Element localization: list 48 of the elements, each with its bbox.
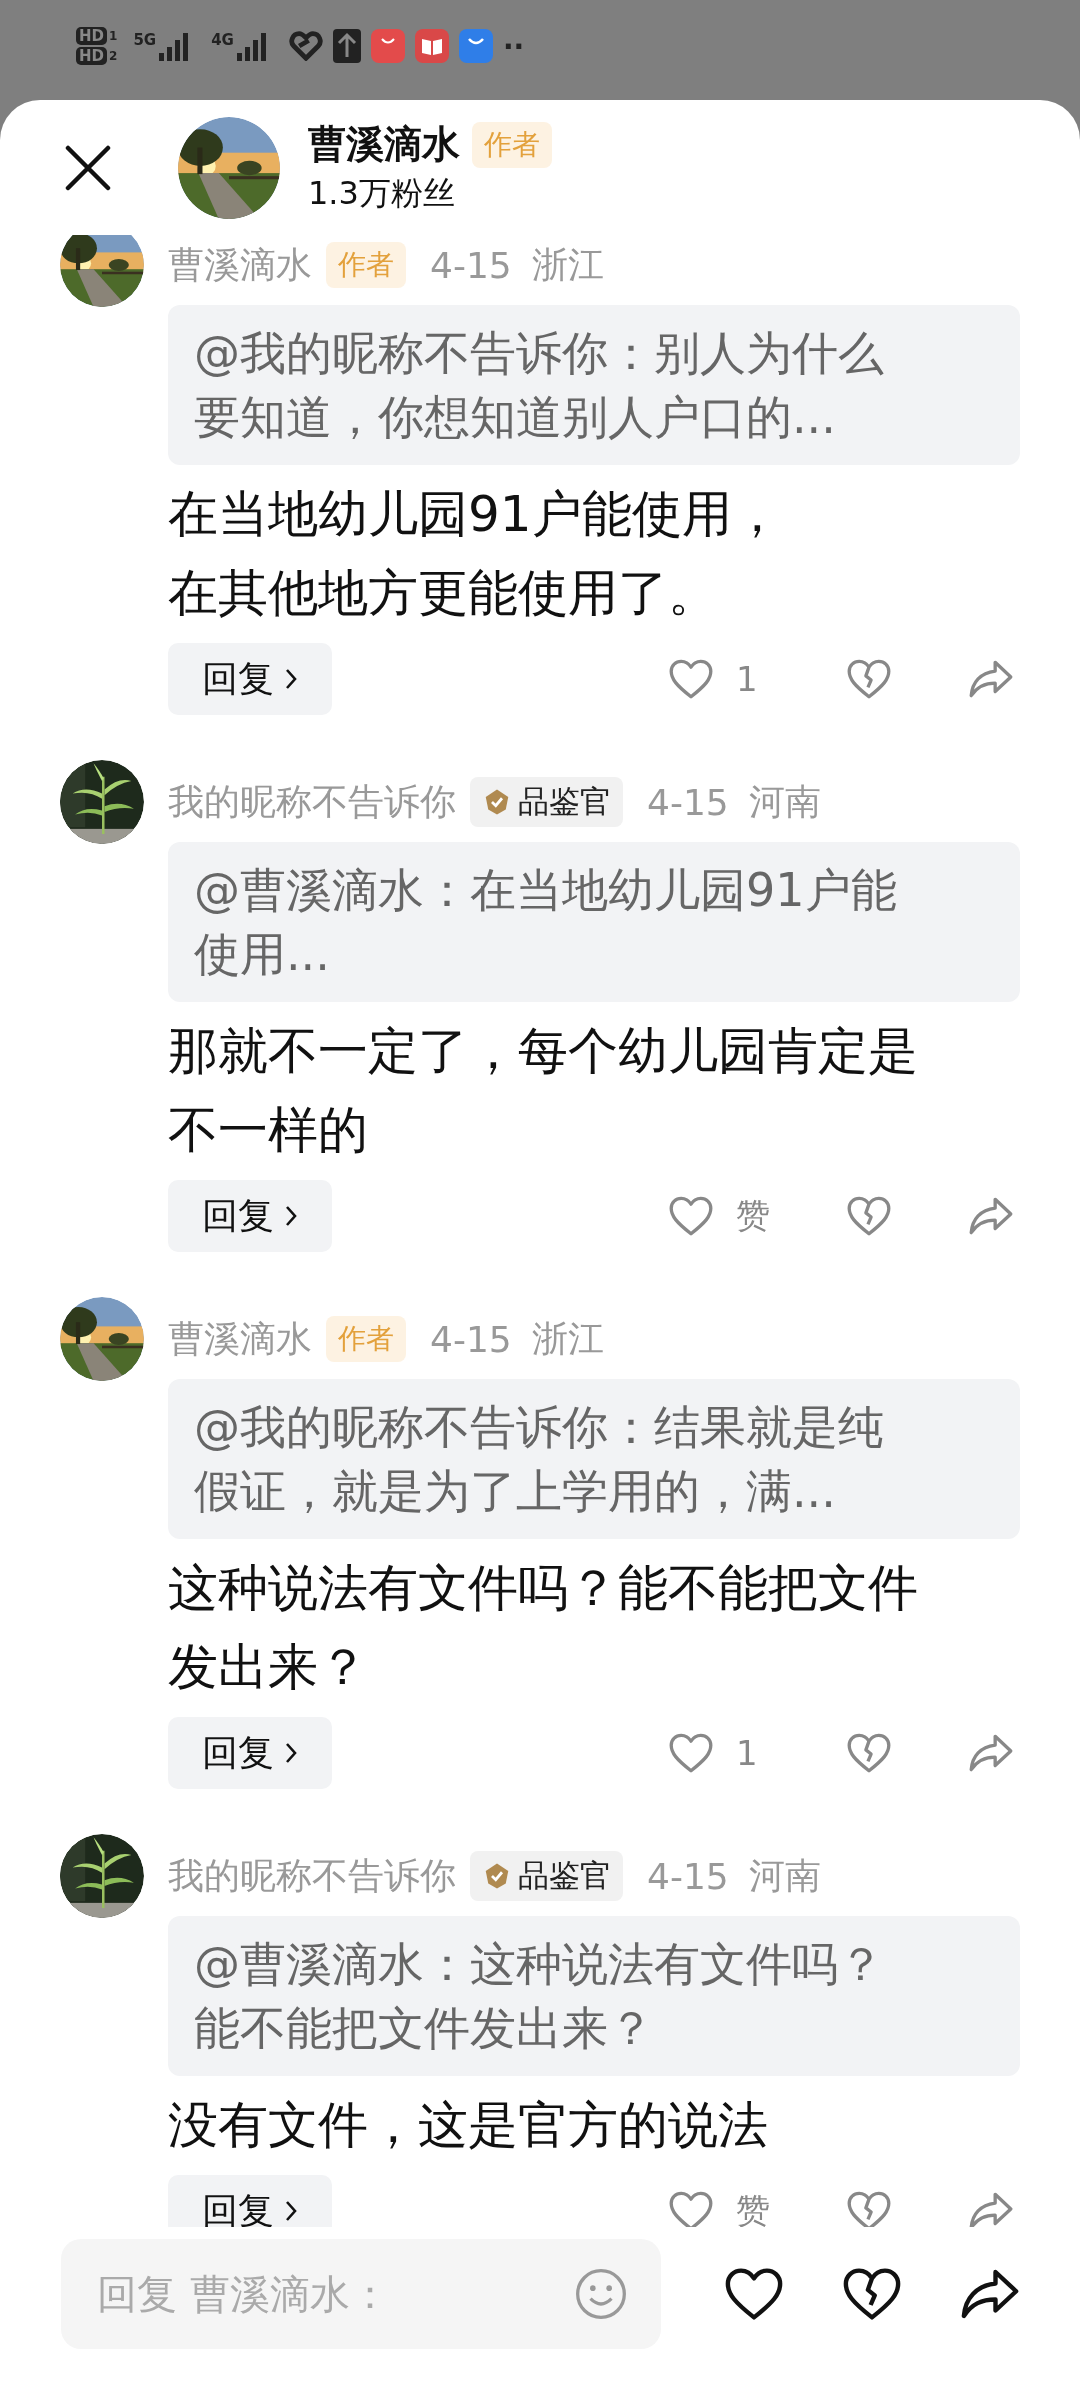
comment-date: 4-15 — [430, 244, 512, 286]
like-count: 赞 — [736, 2189, 770, 2227]
chevron-icon — [284, 1741, 298, 1765]
sim-label: HD — [76, 47, 107, 65]
heart-icon — [288, 31, 323, 61]
like-count: 1 — [736, 659, 758, 699]
quoted-comment: @曹溪滴水：这种说法有文件吗？ 能不能把文件发出来？ — [168, 1916, 1020, 2076]
close-icon[interactable] — [65, 144, 111, 191]
network-label: 4G — [211, 31, 234, 49]
upload-icon — [332, 29, 361, 63]
author-tag: 作者 — [326, 1316, 406, 1362]
comment-date: 4-15 — [647, 781, 729, 823]
comment-location: 河南 — [748, 779, 821, 824]
comment-text: 没有文件，这是官方的说法 — [168, 2095, 769, 2156]
author-tag: 作者 — [326, 242, 406, 288]
book-icon — [414, 29, 449, 63]
comment-text: 那就不一定了，每个幼儿园肯定是 不一样的 — [168, 1021, 919, 1161]
reply-button[interactable]: 回复 — [168, 1180, 332, 1252]
sim-slot: 2 — [109, 49, 118, 63]
app-icon — [370, 29, 405, 63]
sim-label: HD — [76, 27, 107, 45]
follower-count: 1.3万粉丝 — [308, 173, 455, 214]
comment-location: 浙江 — [531, 1316, 604, 1361]
network-label: 5G — [133, 31, 157, 49]
comment-text: 在当地幼儿园91户能使用， 在其他地方更能使用了。 — [168, 484, 783, 624]
more-notifications: ·· — [502, 29, 525, 63]
chevron-icon — [284, 667, 298, 691]
comment-location: 浙江 — [531, 242, 604, 287]
quoted-comment: @曹溪滴水：在当地幼儿园91户能 使用... — [168, 842, 1020, 1002]
author-tag: 作者 — [472, 121, 552, 168]
chevron-icon — [284, 1204, 298, 1228]
author-name: 曹溪滴水 — [308, 121, 460, 168]
reply-button[interactable]: 回复 — [168, 1717, 332, 1789]
quoted-comment: @我的昵称不告诉你：别人为什么 要知道，你想知道别人户口的... — [168, 305, 1020, 465]
quoted-comment: @我的昵称不告诉你：结果就是纯 假证，就是为了上学用的，满... — [168, 1379, 1020, 1539]
comment-text: 这种说法有文件吗？能不能把文件 发出来？ — [168, 1558, 919, 1698]
comment-date: 4-15 — [430, 1318, 512, 1360]
like-count: 赞 — [736, 1194, 770, 1237]
sim-slot: 1 — [109, 29, 118, 43]
comment-location: 河南 — [748, 1853, 821, 1898]
emoji-icon[interactable] — [573, 2266, 629, 2322]
reply-input[interactable]: 回复 曹溪滴水： — [61, 2239, 661, 2349]
chevron-icon — [284, 2199, 298, 2223]
comment-date: 4-15 — [647, 1855, 729, 1897]
reply-button[interactable]: 回复 — [168, 643, 332, 715]
reply-button[interactable]: 回复 — [168, 2175, 332, 2227]
like-count: 1 — [736, 1733, 758, 1773]
bag-icon — [458, 29, 493, 63]
